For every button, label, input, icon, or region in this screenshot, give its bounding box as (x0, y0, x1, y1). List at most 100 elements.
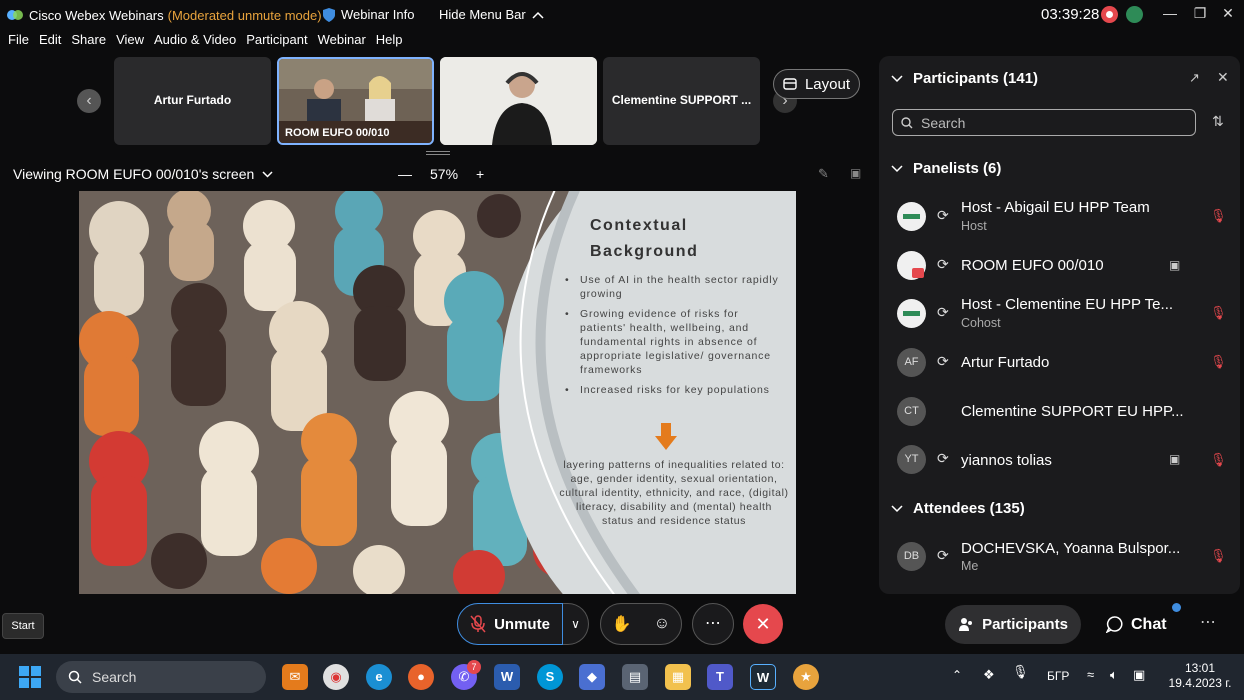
skype-icon[interactable]: S (537, 664, 563, 690)
resize-handle[interactable] (426, 151, 450, 155)
teams-icon[interactable]: T (707, 664, 733, 690)
unread-indicator (1172, 603, 1181, 612)
close-icon[interactable]: ✕ (1214, 4, 1242, 24)
network-health-icon[interactable] (1126, 6, 1143, 23)
menu-file[interactable]: File (8, 32, 29, 54)
participant-name: ROOM EUFO 00/010 (961, 257, 1104, 274)
camera-icon[interactable]: ▣ (1169, 258, 1180, 272)
thumbnail-name: Artur Furtado (153, 93, 232, 107)
wifi-icon[interactable]: ≈ (1087, 667, 1094, 682)
menu-participant[interactable]: Participant (246, 32, 307, 54)
session-timer: 03:39:28 (1041, 6, 1100, 23)
sort-icon[interactable]: ⇅ (1212, 113, 1224, 130)
pop-out-icon[interactable]: ↗ (1189, 70, 1200, 86)
microphone-muted-icon[interactable]: 🎙︎ (1012, 664, 1030, 686)
sharing-icon (912, 268, 924, 278)
recording-icon[interactable] (1101, 6, 1118, 23)
participants-header[interactable]: Participants (141) (891, 70, 1038, 87)
input-language[interactable]: БГР (1047, 669, 1069, 683)
menu-view[interactable]: View (116, 32, 144, 54)
participant-video-feed (440, 57, 597, 145)
avatar: DB (897, 542, 926, 571)
thumbnail-prev-icon[interactable]: ‹ (77, 89, 101, 113)
file-explorer-icon[interactable]: ▦ (665, 664, 691, 690)
camera-icon[interactable]: ▣ (1169, 452, 1180, 466)
video-thumbnail-active[interactable]: ROOM EUFO 00/010 (277, 57, 434, 145)
microphone-muted-icon[interactable]: 🎙︎ (1210, 208, 1227, 224)
leave-meeting-icon[interactable]: ✕ (743, 604, 783, 644)
slide-bullet: Increased risks for key populations (565, 383, 785, 397)
desktop-icon[interactable]: ▤ (622, 664, 648, 690)
more-options-icon[interactable]: ⋯ (692, 603, 734, 645)
webex-taskbar-icon[interactable]: W (750, 664, 776, 690)
layout-icon (783, 78, 797, 90)
menu-webinar[interactable]: Webinar (318, 32, 366, 54)
chat-icon (1106, 616, 1123, 633)
connection-icon: ⟳ (937, 547, 949, 563)
mail-app-icon[interactable]: ✉ (282, 664, 308, 690)
video-thumbnail[interactable] (440, 57, 597, 145)
menu-share[interactable]: Share (71, 32, 106, 54)
tray-chevron-up-icon[interactable]: ⌃ (952, 668, 962, 682)
app-icon[interactable]: ★ (793, 664, 819, 690)
participant-role: Host (961, 219, 987, 233)
people-icon (959, 617, 973, 631)
raise-hand-icon[interactable]: ✋ (612, 614, 632, 634)
microphone-muted-icon[interactable]: 🎙︎ (1210, 548, 1227, 564)
zoom-control: — 57% + (398, 166, 484, 182)
slide-title-line: Contextual (590, 217, 688, 234)
chrome-icon[interactable]: ◉ (323, 664, 349, 690)
viewing-screen-dropdown[interactable]: Viewing ROOM EUFO 00/010's screen (13, 166, 273, 182)
thumbnail-name: Clementine SUPPORT ... (611, 93, 752, 107)
app-cube-icon[interactable]: ◆ (579, 664, 605, 690)
attendees-section-header[interactable]: Attendees (135) (891, 500, 1025, 517)
word-icon[interactable]: W (494, 664, 520, 690)
participant-name: yiannos tolias (961, 452, 1052, 469)
avatar: YT (897, 445, 926, 474)
video-thumbnail[interactable]: Clementine SUPPORT ... (603, 57, 760, 145)
connection-icon: ⟳ (937, 450, 949, 466)
microphone-muted-icon[interactable]: 🎙︎ (1210, 305, 1227, 321)
layout-button[interactable]: Layout (773, 69, 860, 99)
maximize-icon[interactable]: ❐ (1186, 4, 1214, 24)
taskbar-clock[interactable]: 13:01 19.4.2023 г. (1160, 661, 1240, 691)
windows-start-icon[interactable] (19, 666, 41, 688)
screen-options-icon[interactable]: ▣ (850, 166, 861, 180)
reactions-icon[interactable]: ☺ (654, 615, 670, 633)
more-icon[interactable]: ⋯ (1200, 612, 1216, 632)
menu-audio-video[interactable]: Audio & Video (154, 32, 236, 54)
clock-date: 19.4.2023 г. (1168, 676, 1232, 690)
tab-chat[interactable]: Chat (1106, 605, 1176, 644)
participant-name: Artur Furtado (961, 354, 1050, 371)
zoom-out-icon[interactable]: — (398, 166, 412, 182)
minimize-icon[interactable]: — (1156, 4, 1184, 24)
firefox-icon[interactable]: ● (408, 664, 434, 690)
microphone-muted-icon[interactable]: 🎙︎ (1210, 452, 1227, 468)
tab-participants[interactable]: Participants (945, 605, 1081, 644)
battery-icon[interactable]: ▣ (1133, 667, 1145, 683)
menu-edit[interactable]: Edit (39, 32, 61, 54)
zoom-in-icon[interactable]: + (476, 166, 484, 182)
dropbox-icon[interactable]: ❖ (983, 667, 995, 683)
connection-icon: ⟳ (937, 256, 949, 272)
close-panel-icon[interactable]: ✕ (1217, 69, 1229, 86)
taskbar-search[interactable]: Search (56, 661, 266, 693)
volume-icon[interactable]: 🔈︎ (1110, 667, 1118, 683)
participant-search-input[interactable]: Search (892, 109, 1196, 136)
slide-bullet-list: Use of AI in the health sector rapidly g… (565, 273, 785, 403)
audio-options-chevron-icon[interactable]: ∨ (563, 603, 589, 645)
edge-icon[interactable]: e (366, 664, 392, 690)
microphone-muted-icon[interactable]: 🎙︎ (1210, 354, 1227, 370)
webex-logo-icon (7, 10, 23, 20)
unmute-button[interactable]: Unmute (457, 603, 563, 645)
annotate-icon[interactable]: ✎ (818, 166, 829, 182)
hide-menu-bar-button[interactable]: Hide Menu Bar (439, 7, 544, 22)
chevron-down-icon (891, 74, 903, 82)
video-thumbnail[interactable]: Artur Furtado (114, 57, 271, 145)
tab-chat-label: Chat (1131, 615, 1167, 633)
webinar-info-button[interactable]: Webinar Info (323, 7, 414, 22)
avatar (897, 299, 926, 328)
panelists-section-header[interactable]: Panelists (6) (891, 160, 1001, 177)
menu-help[interactable]: Help (376, 32, 403, 54)
moderation-mode-label: (Moderated unmute mode) (167, 7, 322, 23)
